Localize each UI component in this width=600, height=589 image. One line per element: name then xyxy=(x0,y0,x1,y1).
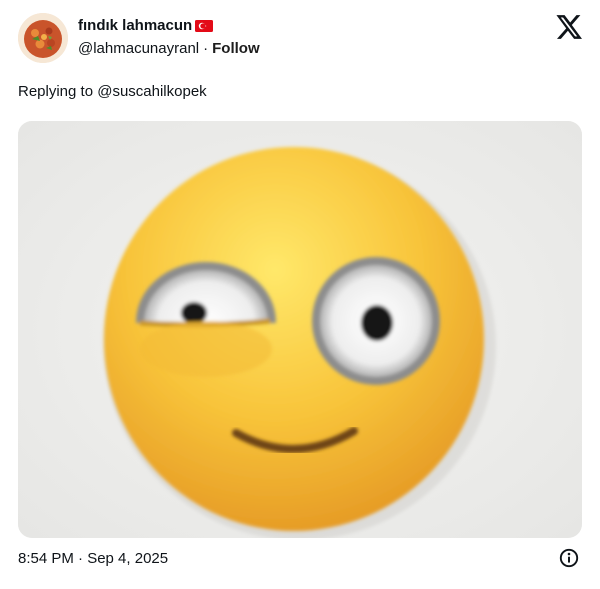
x-logo-icon[interactable] xyxy=(556,15,582,39)
info-icon[interactable] xyxy=(559,548,579,568)
reply-prefix: Replying to xyxy=(18,83,98,100)
reply-mention-link[interactable]: @suscahilkopek xyxy=(97,83,206,100)
turkey-flag-icon xyxy=(195,19,214,32)
follow-button[interactable]: Follow xyxy=(212,40,260,57)
author-name-row: fındık lahmacun xyxy=(78,17,214,34)
reply-context: Replying to @suscahilkopek xyxy=(18,83,207,100)
smirking-emoji-image xyxy=(18,121,582,538)
avatar-image xyxy=(18,13,68,63)
avatar[interactable] xyxy=(18,13,68,63)
separator-dot: · xyxy=(203,40,209,57)
author-display-name[interactable]: fındık lahmacun xyxy=(78,17,192,34)
tweet-card: fındık lahmacun @lahmacunayranl · Follow… xyxy=(0,0,600,589)
author-handle[interactable]: @lahmacunayranl xyxy=(78,40,199,57)
author-handle-row: @lahmacunayranl · Follow xyxy=(78,40,260,57)
tweet-timestamp[interactable]: 8:54 PM · Sep 4, 2025 xyxy=(18,550,168,567)
tweet-media[interactable] xyxy=(18,121,582,538)
